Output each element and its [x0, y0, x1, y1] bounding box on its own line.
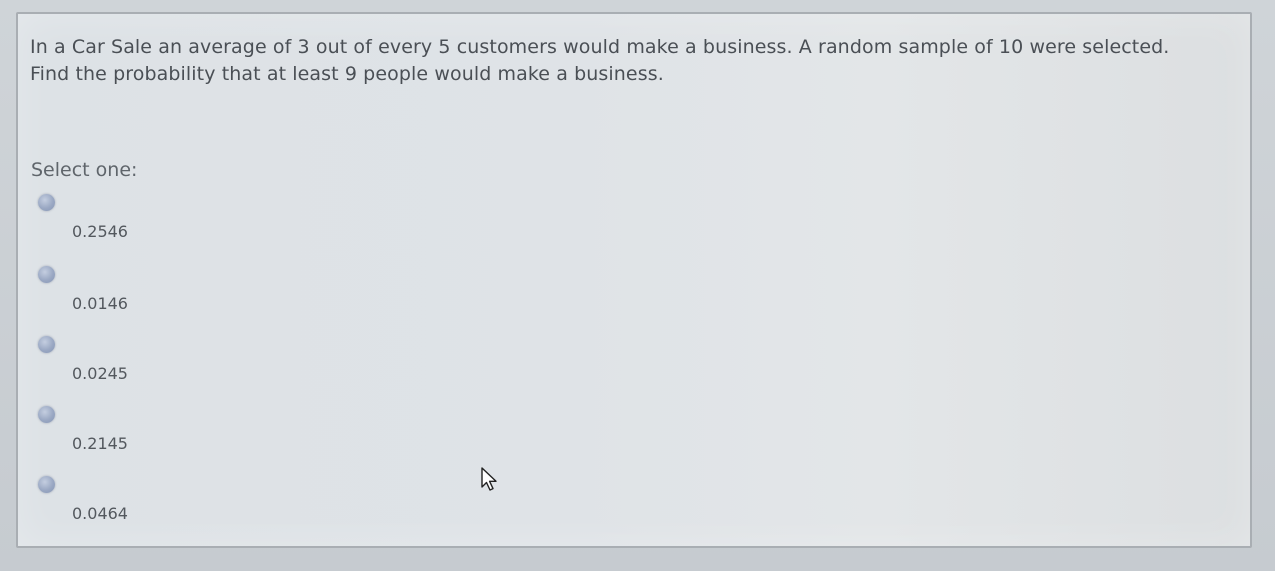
answer-option-1[interactable]: 0.2546: [38, 194, 338, 254]
answer-option-5[interactable]: 0.0464: [38, 476, 338, 536]
answer-option-2[interactable]: 0.0146: [38, 266, 338, 326]
radio-button[interactable]: [38, 266, 55, 283]
question-line-2: Find the probability that at least 9 peo…: [30, 63, 664, 85]
answer-option-label[interactable]: 0.0146: [72, 294, 128, 313]
pointer-cursor-icon: [481, 467, 497, 491]
select-one-label: Select one:: [31, 159, 138, 181]
answer-option-label[interactable]: 0.0245: [72, 364, 128, 383]
answer-option-3[interactable]: 0.0245: [38, 336, 338, 396]
question-panel: In a Car Sale an average of 3 out of eve…: [16, 12, 1252, 548]
radio-button[interactable]: [38, 406, 55, 423]
radio-button[interactable]: [38, 194, 55, 211]
question-text: In a Car Sale an average of 3 out of eve…: [30, 34, 1230, 88]
answer-option-label[interactable]: 0.0464: [72, 504, 128, 523]
question-line-1: In a Car Sale an average of 3 out of eve…: [30, 36, 1170, 58]
answer-option-label[interactable]: 0.2145: [72, 434, 128, 453]
screen: In a Car Sale an average of 3 out of eve…: [0, 0, 1275, 571]
answer-option-4[interactable]: 0.2145: [38, 406, 338, 466]
answer-option-label[interactable]: 0.2546: [72, 222, 128, 241]
radio-button[interactable]: [38, 476, 55, 493]
radio-button[interactable]: [38, 336, 55, 353]
